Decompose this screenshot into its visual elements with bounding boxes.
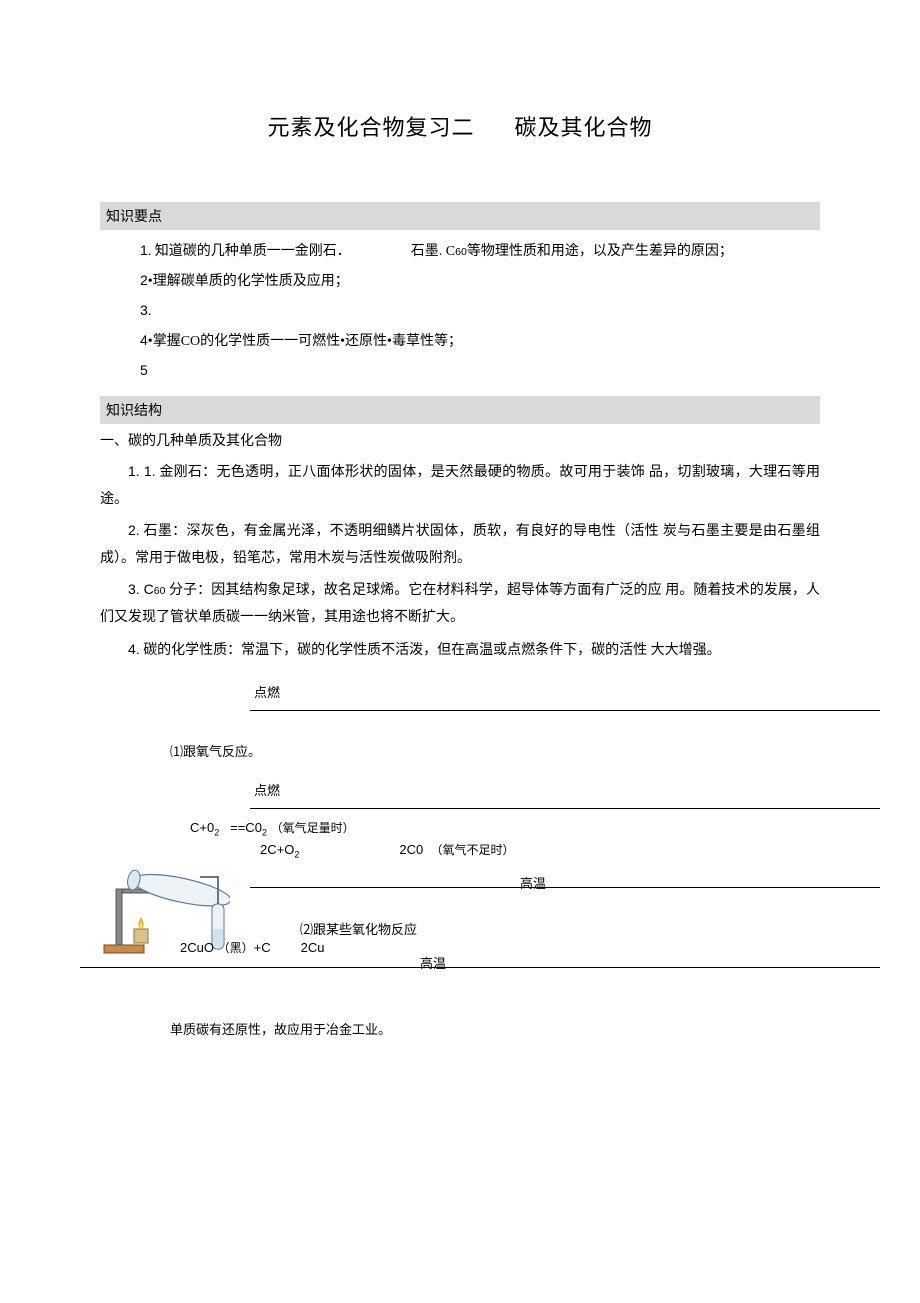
- subheading-allotropes: 一、碳的几种单质及其化合物: [100, 430, 820, 450]
- rule-line-2: [250, 808, 880, 809]
- requirement-2: 2 •理解碳单质的化学性质及应用；: [140, 266, 820, 296]
- equation-2: 2C+O22C0 （氧气不足时）: [260, 841, 515, 860]
- rule-line-1: [250, 710, 880, 711]
- title-left: 元素及化合物复习二: [267, 115, 474, 140]
- condition-label-high-temp-1: 高温: [520, 873, 546, 892]
- section-header-structure: 知识结构: [100, 396, 820, 424]
- page-title: 元素及化合物复习二 碳及其化合物: [100, 110, 820, 142]
- requirement-3: 3.: [140, 296, 820, 326]
- reaction-1-title: ⑴跟氧气反应。: [170, 741, 820, 760]
- equation-1: C+02 ==C02 （氧气足量时）: [190, 819, 355, 838]
- paragraph-c60: 3. C60 分子：因其结构象足球，故名足球烯。它在材料科学，超导体等方面有广泛…: [100, 576, 820, 631]
- paragraph-graphite: 2. 石墨：深灰色，有金属光泽，不透明细鳞片状固体，质软，有良好的导电性（活性 …: [100, 517, 820, 572]
- rule-line-3: [250, 887, 880, 888]
- paragraph-diamond: 1. 1. 金刚石：无色透明，正八面体形状的固体，是天然最硬的物质。故可用于装饰…: [100, 458, 820, 513]
- requirement-4: 4•掌握CO的化学性质一一可燃性•还原性•毒草性等；: [140, 326, 820, 356]
- rule-line-4: [80, 967, 880, 968]
- final-note: 单质碳有还原性，故应用于冶金工业。: [170, 1019, 820, 1038]
- condition-label-ignite-1: 点燃: [250, 682, 820, 702]
- equation-block: C+02 ==C02 （氧气足量时） 2C+O22C0 （氧气不足时） 高温 ⑵…: [100, 819, 820, 979]
- equation-3: 2CuO （黑）+C2Cu: [180, 939, 324, 956]
- reaction-2-title: ⑵跟某些氧化物反应: [300, 919, 417, 938]
- requirements-list: 1 . 知道碳的几种单质一一金刚石．石墨. C60等物理性质和用途，以及产生差异…: [100, 236, 820, 386]
- requirement-1: 1 . 知道碳的几种单质一一金刚石．石墨. C60等物理性质和用途，以及产生差异…: [140, 236, 820, 266]
- title-right: 碳及其化合物: [515, 115, 653, 140]
- paragraph-chemical-properties: 4. 碳的化学性质：常温下，碳的化学性质不活泼，但在高温或点燃条件下，碳的活性 …: [100, 636, 820, 665]
- section-header-requirements: 知识要点: [100, 202, 820, 230]
- condition-label-high-temp-2: 高温: [420, 953, 446, 972]
- requirement-5: 5: [140, 356, 820, 386]
- condition-label-ignite-2: 点燃: [250, 780, 820, 800]
